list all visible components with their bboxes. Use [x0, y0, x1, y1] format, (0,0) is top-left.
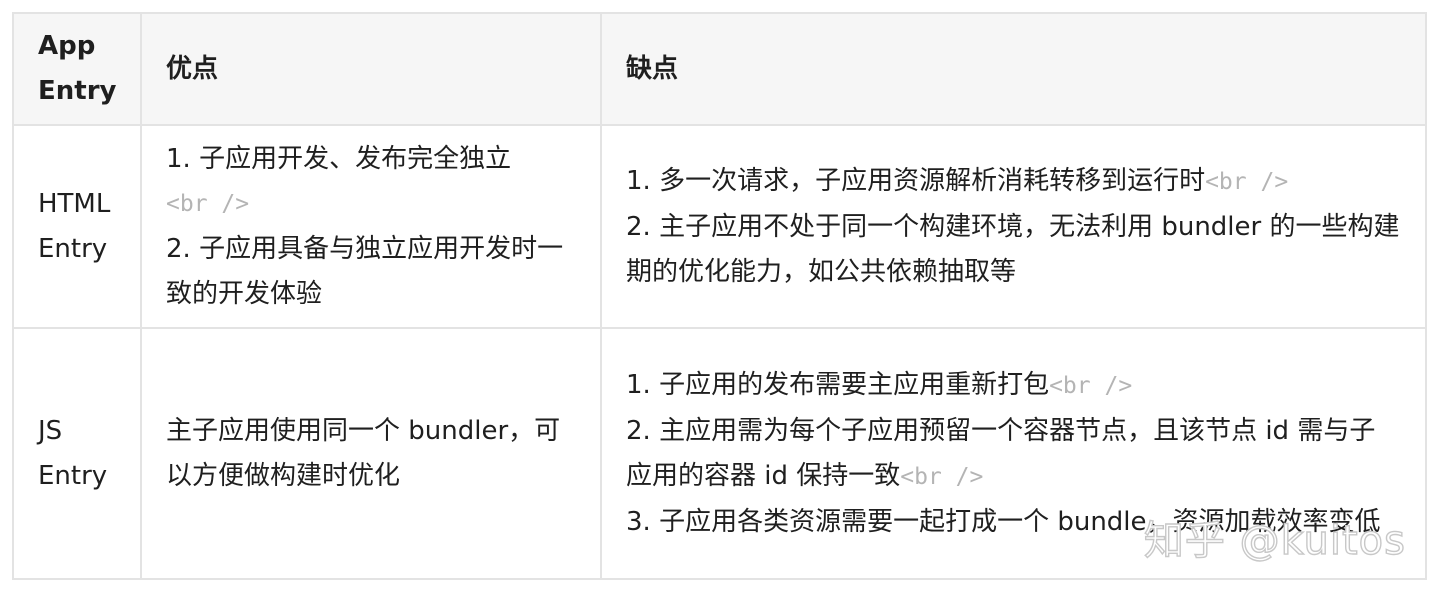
table-row-js-entry: JS Entry 主子应用使用同一个 bundler，可以方便做构建时优化 1.… — [12, 327, 1427, 580]
page: App Entry 优点 缺点 HTML Entry 1. 子应用开发、发布完全… — [0, 0, 1440, 591]
cons-js-line-3: 3. 子应用各类资源需要一起打成一个 bundle，资源加载效率变低 — [626, 506, 1381, 537]
cell-pros-js: 主子应用使用同一个 bundler，可以方便做构建时优化 — [140, 327, 602, 580]
cons-html-text-1: 1. 多一次请求，子应用资源解析消耗转移到运行时 — [626, 165, 1206, 196]
header-pros: 优点 — [140, 12, 602, 126]
cons-js-text-2: 2. 主应用需为每个子应用预留一个容器节点，且该节点 id 需与子应用的容器 i… — [626, 415, 1376, 491]
header-row: App Entry 优点 缺点 — [12, 12, 1427, 126]
cell-entry-js: JS Entry — [12, 327, 142, 580]
cons-html-line-1: 1. 多一次请求，子应用资源解析消耗转移到运行时<br /> — [626, 159, 1401, 205]
pros-html-br-tag: <br /> — [166, 190, 250, 217]
cons-html-line-2: 2. 主子应用不处于同一个构建环境，无法利用 bundler 的一些构建期的优化… — [626, 211, 1400, 287]
header-app-entry: App Entry — [12, 12, 142, 126]
cell-pros-html: 1. 子应用开发、发布完全独立 <br /> 2. 子应用具备与独立应用开发时一… — [140, 124, 602, 329]
cons-js-br-tag-1: <br /> — [1049, 372, 1133, 399]
cell-entry-html: HTML Entry — [12, 124, 142, 329]
header-cons: 缺点 — [600, 12, 1427, 126]
pros-html-line-2: 2. 子应用具备与独立应用开发时一致的开发体验 — [166, 233, 564, 309]
cons-js-text-1: 1. 子应用的发布需要主应用重新打包 — [626, 369, 1050, 400]
cons-html-br-tag: <br /> — [1205, 168, 1289, 195]
cons-js-br-tag-2: <br /> — [900, 463, 984, 490]
cons-js-line-1: 1. 子应用的发布需要主应用重新打包<br /> — [626, 363, 1401, 409]
cons-js-line-2: 2. 主应用需为每个子应用预留一个容器节点，且该节点 id 需与子应用的容器 i… — [626, 409, 1401, 500]
pros-js-line-1: 主子应用使用同一个 bundler，可以方便做构建时优化 — [166, 415, 561, 491]
cell-cons-js: 1. 子应用的发布需要主应用重新打包<br /> 2. 主应用需为每个子应用预留… — [600, 327, 1427, 580]
pros-html-line-1: 1. 子应用开发、发布完全独立 — [166, 143, 512, 174]
comparison-table: App Entry 优点 缺点 HTML Entry 1. 子应用开发、发布完全… — [12, 12, 1427, 580]
table-row-html-entry: HTML Entry 1. 子应用开发、发布完全独立 <br /> 2. 子应用… — [12, 124, 1427, 329]
cell-cons-html: 1. 多一次请求，子应用资源解析消耗转移到运行时<br /> 2. 主子应用不处… — [600, 124, 1427, 329]
